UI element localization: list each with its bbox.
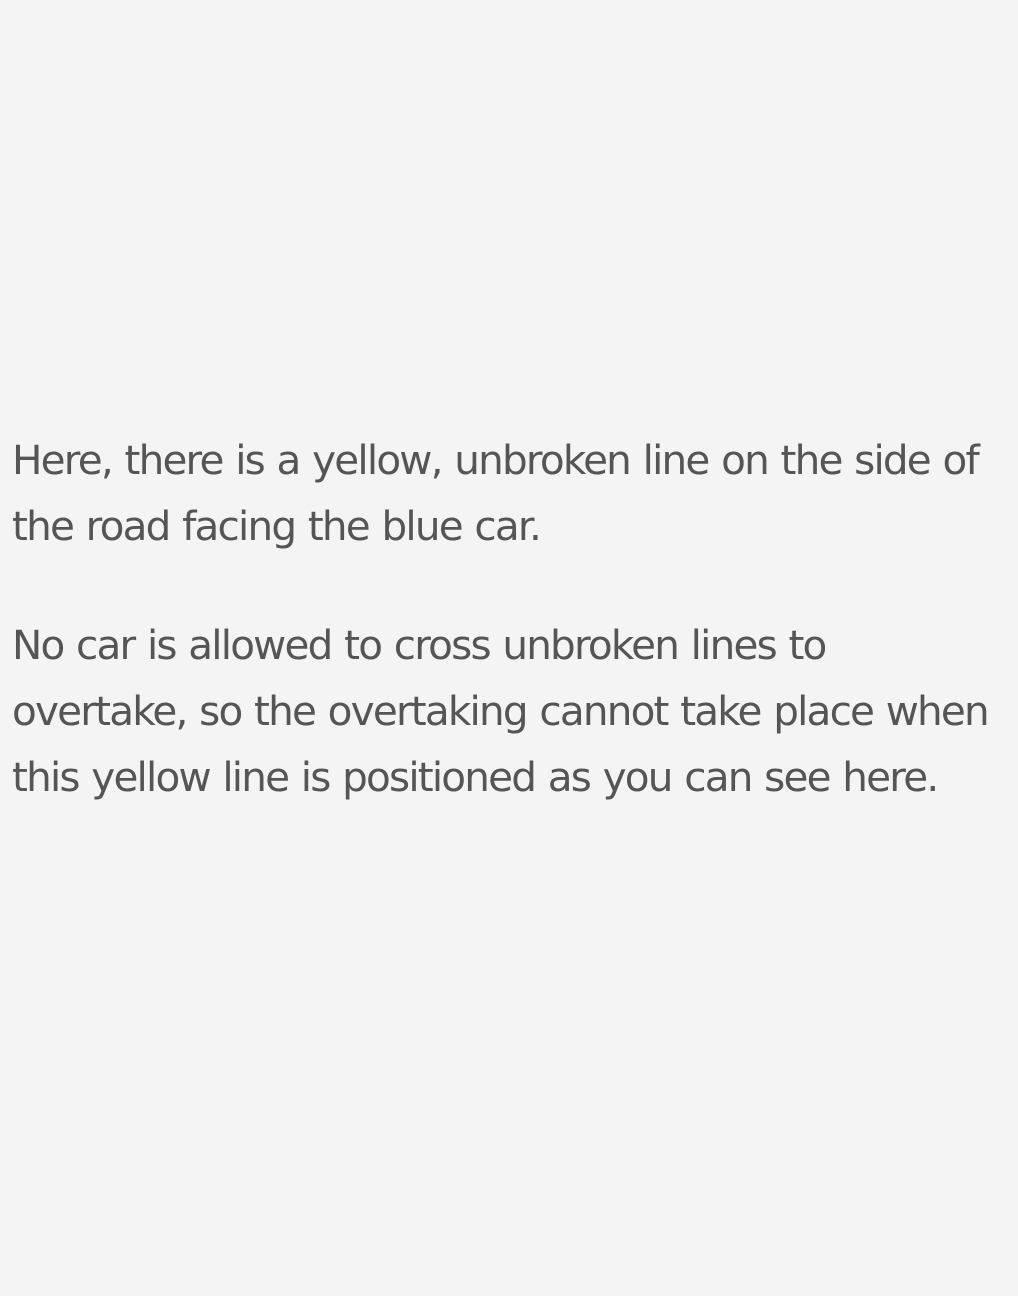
explanation-text: Here, there is a yellow, unbroken line o… bbox=[12, 427, 1002, 810]
paragraph-yellow-line-description: Here, there is a yellow, unbroken line o… bbox=[12, 436, 980, 550]
paragraph-overtaking-rule: No car is allowed to cross unbroken line… bbox=[12, 621, 990, 801]
